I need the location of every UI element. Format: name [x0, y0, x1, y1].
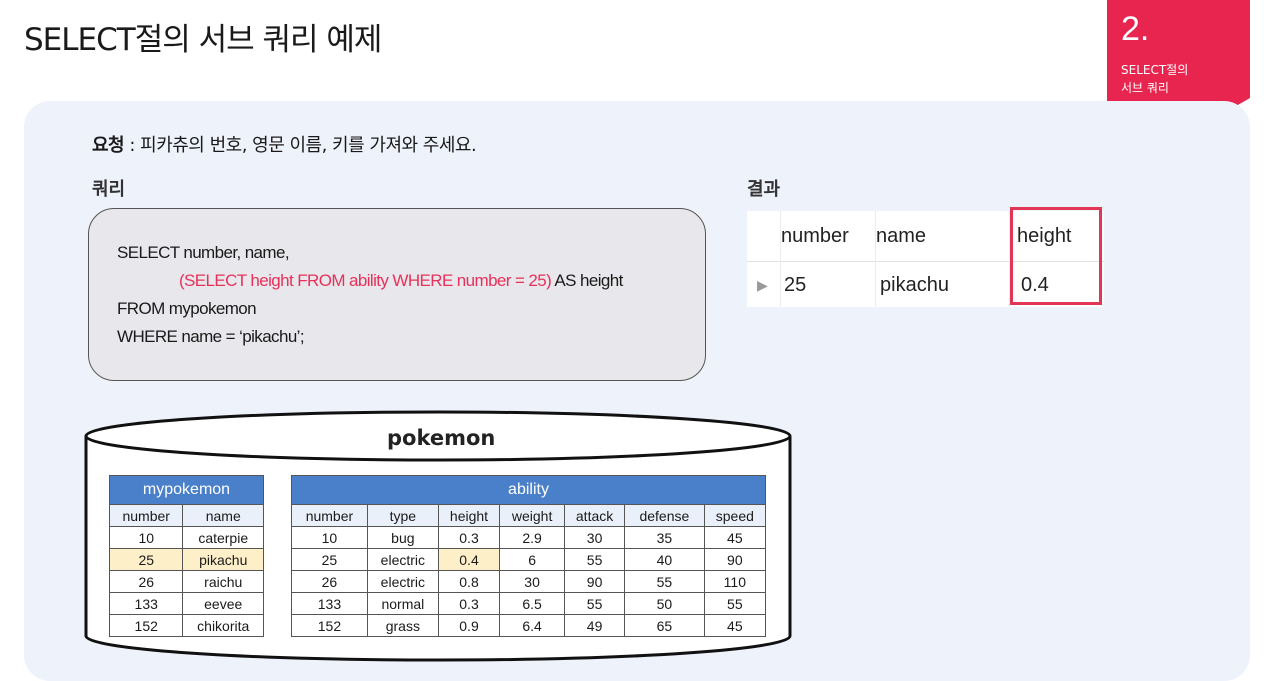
query-line-1: SELECT number, name,	[117, 243, 290, 262]
table-cell: 6.5	[499, 592, 566, 615]
table-cell: 152	[291, 614, 368, 637]
query-line-2: (SELECT height FROM ability WHERE number…	[179, 271, 623, 291]
column-header: height	[437, 504, 501, 527]
table-cell: 40	[624, 548, 705, 571]
table-cell: 30	[499, 570, 566, 593]
result-header-number: number	[781, 225, 849, 247]
column-header: number	[108, 504, 184, 527]
table-cell: 0.3	[437, 592, 501, 615]
table-cell: chikorita	[182, 614, 264, 637]
section-subtitle: SELECT절의 서브 쿼리	[1121, 61, 1231, 97]
table-cell: 30	[564, 526, 626, 549]
table-cell: 133	[291, 592, 368, 615]
table-row: 133 eevee	[108, 592, 264, 615]
table-cell: eevee	[182, 592, 264, 615]
table-cell: 45	[703, 526, 767, 549]
table-cell: 0.9	[437, 614, 501, 637]
section-subtitle-line2: 서브 쿼리	[1121, 81, 1169, 95]
result-cell-name: pikachu	[880, 274, 949, 296]
table-cell: 10	[108, 526, 184, 549]
subquery-alias: AS height	[551, 271, 623, 290]
table-cell: caterpie	[182, 526, 264, 549]
section-subtitle-line1: SELECT절의	[1121, 63, 1189, 77]
table-cell: pikachu	[182, 548, 264, 571]
page-title: SELECT절의 서브 쿼리 예제	[24, 22, 382, 58]
table-row: 10 bug 0.3 2.9 30 35 45	[291, 526, 767, 549]
column-header: number	[291, 504, 368, 527]
table-cell: 0.3	[437, 526, 501, 549]
table-cell: 90	[703, 548, 767, 571]
table-caption: ability	[291, 475, 766, 505]
table-row: 26 electric 0.8 30 90 55 110	[291, 570, 767, 593]
ability-table: ability number type height weight attack…	[291, 475, 767, 637]
table-cell: electric	[366, 570, 439, 593]
table-row: 10 caterpie	[108, 526, 264, 549]
table-row: 152 chikorita	[108, 614, 264, 637]
column-header: defense	[624, 504, 705, 527]
table-cell: 26	[108, 570, 184, 593]
query-line-4: WHERE name = ‘pikachu’;	[117, 327, 305, 346]
table-cell: 0.8	[437, 570, 501, 593]
result-header-name: name	[876, 225, 927, 247]
table-cell: raichu	[182, 570, 264, 593]
table-cell: 26	[291, 570, 368, 593]
table-cell: 152	[108, 614, 184, 637]
table-cell: 10	[291, 526, 368, 549]
table-cell: 65	[624, 614, 705, 637]
table-row: 152 grass 0.9 6.4 49 65 45	[291, 614, 767, 637]
column-header: name	[182, 504, 264, 527]
result-label: 결과	[747, 179, 781, 200]
height-highlight-box	[1010, 207, 1102, 305]
table-cell: 55	[564, 592, 626, 615]
table-cell: 90	[564, 570, 626, 593]
column-header: speed	[703, 504, 767, 527]
request-label: 요청	[92, 135, 125, 156]
table-cell: 45	[703, 614, 767, 637]
table-caption: mypokemon	[109, 475, 264, 505]
table-cell: 6.4	[499, 614, 566, 637]
row-pointer-icon: ▶	[757, 277, 768, 293]
table-cell-highlighted: 0.4	[437, 548, 501, 571]
column-header: attack	[564, 504, 626, 527]
table-cell: 133	[108, 592, 184, 615]
table-cell: 25	[291, 548, 368, 571]
table-cell: 55	[624, 570, 705, 593]
database-name: pokemon	[387, 426, 496, 450]
table-cell: grass	[366, 614, 439, 637]
table-cell: 55	[564, 548, 626, 571]
column-header: weight	[499, 504, 566, 527]
column-header: type	[366, 504, 439, 527]
table-cell: 6	[499, 548, 566, 571]
table-cell: 35	[624, 526, 705, 549]
table-cell: electric	[366, 548, 439, 571]
table-row-highlighted: 25 pikachu	[108, 548, 264, 571]
table-row: 25 electric 0.4 6 55 40 90	[291, 548, 767, 571]
request-body: : 피카츄의 번호, 영문 이름, 키를 가져와 주세요.	[124, 135, 477, 156]
result-cell-number: 25	[784, 274, 807, 296]
query-label: 쿼리	[92, 179, 126, 200]
table-header-row: number name	[108, 504, 264, 527]
table-row: 133 normal 0.3 6.5 55 50 55	[291, 592, 767, 615]
table-cell: 110	[703, 570, 767, 593]
subquery-text: (SELECT height FROM ability WHERE number…	[179, 271, 552, 290]
table-cell: 25	[108, 548, 184, 571]
table-cell: 2.9	[499, 526, 566, 549]
section-number: 2.	[1121, 10, 1150, 48]
table-cell: 49	[564, 614, 626, 637]
table-row: 26 raichu	[108, 570, 264, 593]
mypokemon-table: mypokemon number name 10 caterpie 25 pikac…	[108, 475, 264, 637]
table-cell: 50	[624, 592, 705, 615]
request-text: 요청 : 피카츄의 번호, 영문 이름, 키를 가져와 주세요.	[92, 131, 477, 157]
query-line-3: FROM mypokemon	[117, 299, 257, 318]
table-cell: 55	[703, 592, 767, 615]
table-cell: bug	[366, 526, 439, 549]
query-box: SELECT number, name, (SELECT height FROM…	[88, 208, 706, 381]
table-cell: normal	[366, 592, 439, 615]
table-header-row: number type height weight attack defense…	[291, 504, 767, 527]
